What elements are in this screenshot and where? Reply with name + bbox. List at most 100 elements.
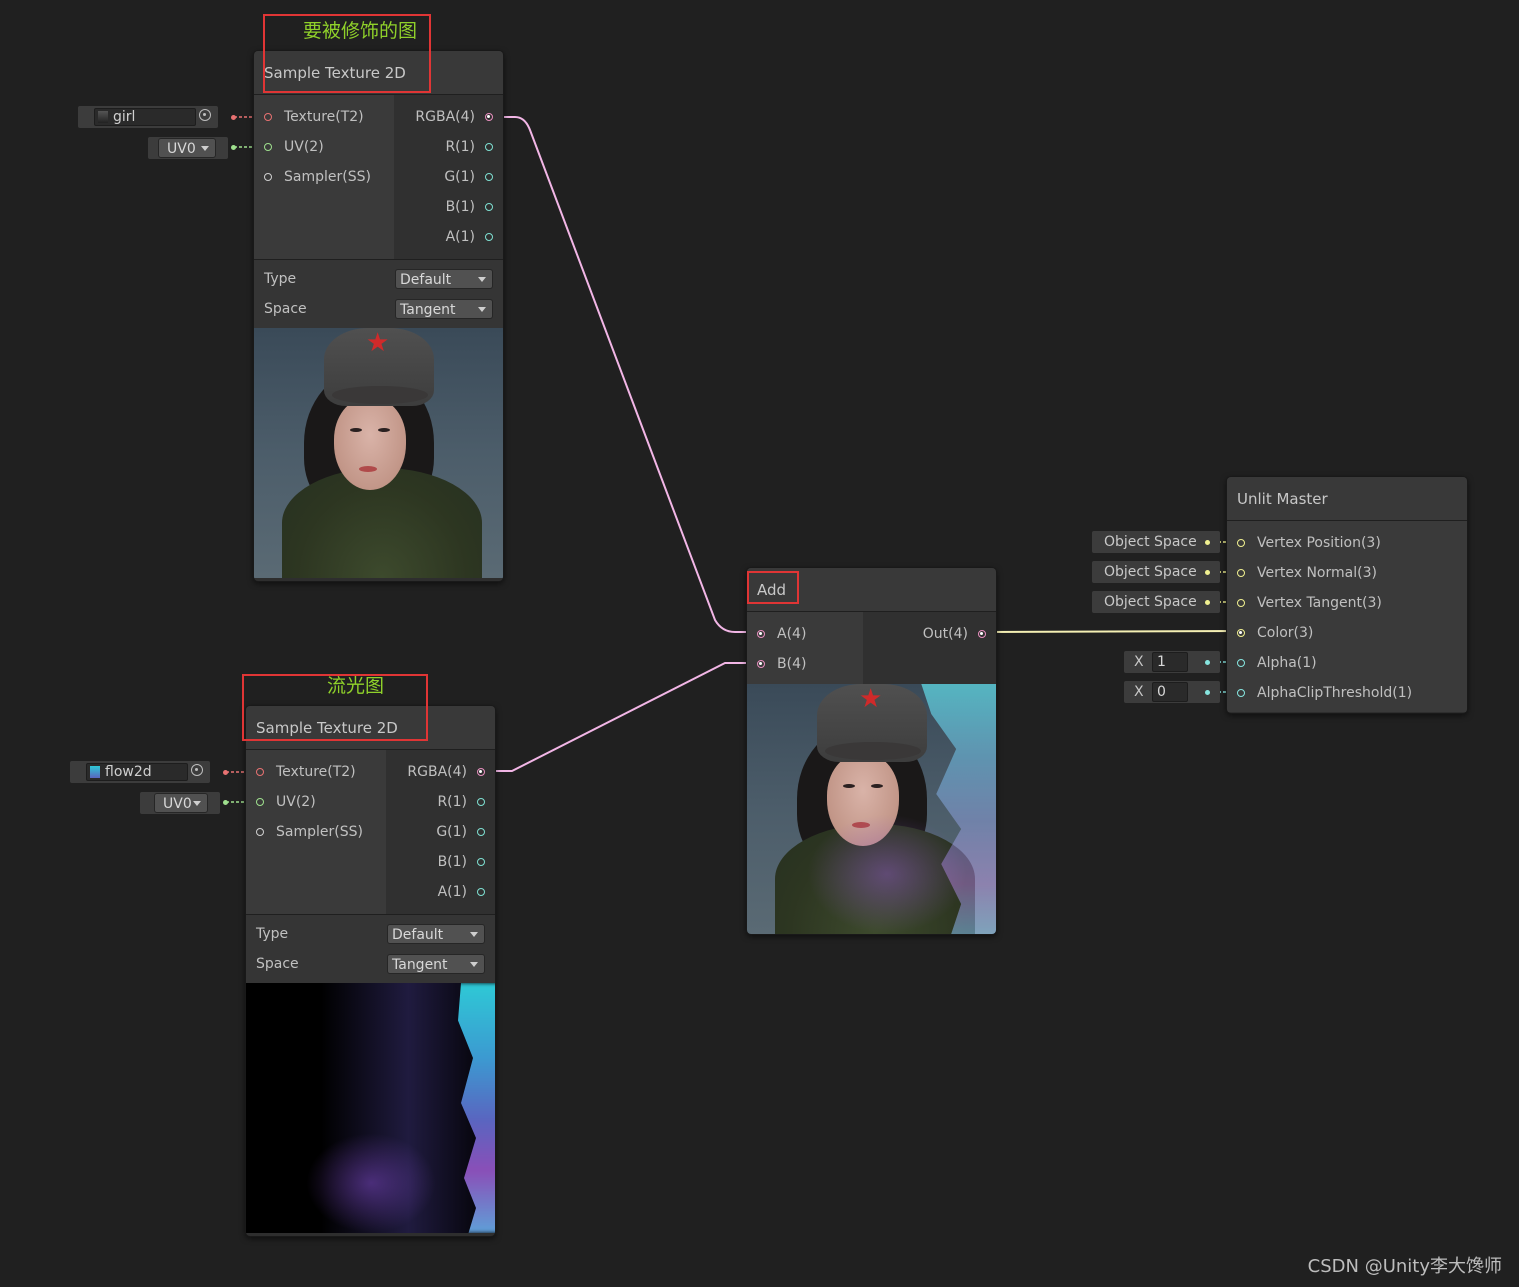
port-b[interactable]: B(4) — [747, 649, 863, 679]
type-dropdown[interactable]: Default — [387, 924, 485, 944]
port-uv[interactable]: UV(2) — [246, 787, 386, 817]
port-sampler[interactable]: Sampler(SS) — [246, 817, 386, 847]
space-dropdown[interactable]: Tangent — [387, 954, 485, 974]
port-dot-icon[interactable] — [256, 798, 264, 806]
port-alpha[interactable]: Alpha(1) — [1227, 648, 1467, 678]
port-b[interactable]: B(1) — [386, 847, 495, 877]
port-vertex-position[interactable]: Vertex Position(3) — [1227, 528, 1467, 558]
port-a[interactable]: A(1) — [394, 222, 503, 252]
unlit-master-node[interactable]: Unlit Master Vertex Position(3) Vertex N… — [1226, 476, 1468, 714]
flow-thumbnail — [90, 766, 100, 778]
port-dot-icon[interactable] — [264, 143, 272, 151]
type-dropdown[interactable]: Default — [395, 269, 493, 289]
port-dot-icon[interactable] — [264, 113, 272, 121]
port-a[interactable]: A(4) — [747, 619, 863, 649]
port-dot-icon[interactable] — [1237, 569, 1245, 577]
port-a[interactable]: A(1) — [386, 877, 495, 907]
add-node[interactable]: Add A(4) B(4) Out(4) ★ — [746, 567, 997, 935]
flow-texture-property[interactable]: flow2d — [70, 761, 210, 783]
port-dot-icon[interactable] — [1237, 629, 1245, 637]
port-r[interactable]: R(1) — [394, 132, 503, 162]
vertex-normal-space[interactable]: Object Space — [1092, 561, 1220, 583]
uv-channel-dropdown[interactable]: UV0 — [158, 138, 216, 158]
port-dot-icon[interactable] — [978, 630, 986, 638]
port-r[interactable]: R(1) — [386, 787, 495, 817]
node-ports: Texture(T2) UV(2) Sampler(SS) RGBA(4) R(… — [254, 95, 503, 259]
node-settings: Type Default Space Tangent — [254, 259, 503, 328]
clip-input[interactable]: 0 — [1152, 682, 1188, 702]
port-dot-icon[interactable] — [485, 143, 493, 151]
port-vertex-tangent[interactable]: Vertex Tangent(3) — [1227, 588, 1467, 618]
link-dot — [1205, 690, 1210, 695]
watermark: CSDN @Unity李大馋师 — [1307, 1256, 1502, 1277]
port-dot-icon[interactable] — [1237, 539, 1245, 547]
port-dot-icon[interactable] — [477, 858, 485, 866]
sample-texture-2d-node-top[interactable]: Sample Texture 2D Texture(T2) UV(2) Samp… — [253, 50, 504, 582]
port-dot-icon[interactable] — [485, 173, 493, 181]
shader-graph-canvas[interactable]: girl UV0 Sample Texture 2D Texture(T2) U… — [0, 0, 1519, 1287]
port-dot-icon[interactable] — [1237, 689, 1245, 697]
texture-name: flow2d — [105, 764, 152, 780]
port-dot-icon[interactable] — [477, 888, 485, 896]
wire-add-out-to-color — [984, 630, 1241, 633]
port-dot-icon[interactable] — [256, 768, 264, 776]
texture-object-field[interactable]: girl — [94, 108, 196, 126]
star-icon: ★ — [366, 328, 390, 358]
port-uv[interactable]: UV(2) — [254, 132, 394, 162]
port-dot-icon[interactable] — [757, 660, 765, 668]
node-ports: Texture(T2) UV(2) Sampler(SS) RGBA(4) R(… — [246, 750, 495, 914]
texture-link-dot — [231, 115, 236, 120]
input-ports: A(4) B(4) — [747, 612, 863, 684]
port-vertex-normal[interactable]: Vertex Normal(3) — [1227, 558, 1467, 588]
port-dot-icon[interactable] — [264, 173, 272, 181]
port-g[interactable]: G(1) — [386, 817, 495, 847]
alpha-input[interactable]: 1 — [1152, 652, 1188, 672]
type-setting: Type Default — [254, 264, 503, 294]
input-ports: Vertex Position(3) Vertex Normal(3) Vert… — [1227, 521, 1467, 712]
girl-uv-property[interactable]: UV0 — [148, 137, 228, 159]
port-dot-icon[interactable] — [477, 768, 485, 776]
port-dot-icon[interactable] — [485, 113, 493, 121]
space-dropdown[interactable]: Tangent — [395, 299, 493, 319]
port-alpha-clip-threshold[interactable]: AlphaClipThreshold(1) — [1227, 678, 1467, 708]
uv-channel-dropdown[interactable]: UV0 — [154, 793, 208, 813]
node-title[interactable]: Unlit Master — [1227, 477, 1467, 521]
port-dot-icon[interactable] — [477, 828, 485, 836]
port-texture[interactable]: Texture(T2) — [254, 102, 394, 132]
vertex-tangent-space[interactable]: Object Space — [1092, 591, 1220, 613]
chevron-down-icon — [478, 307, 486, 312]
uv-link-dot — [231, 145, 236, 150]
girl-thumbnail — [98, 111, 108, 123]
object-picker-icon[interactable] — [191, 764, 203, 776]
object-picker-icon[interactable] — [199, 109, 211, 121]
port-dot-icon[interactable] — [256, 828, 264, 836]
port-dot-icon[interactable] — [485, 233, 493, 241]
port-dot-icon[interactable] — [485, 203, 493, 211]
girl-texture-property[interactable]: girl — [78, 106, 218, 128]
port-rgba[interactable]: RGBA(4) — [394, 102, 503, 132]
port-color[interactable]: Color(3) — [1227, 618, 1467, 648]
space-setting: Space Tangent — [254, 294, 503, 324]
port-dot-icon[interactable] — [1237, 659, 1245, 667]
vertex-position-space[interactable]: Object Space — [1092, 531, 1220, 553]
port-g[interactable]: G(1) — [394, 162, 503, 192]
flow-uv-property[interactable]: UV0 — [140, 792, 220, 814]
texture-object-field[interactable]: flow2d — [86, 763, 188, 781]
texture-name: girl — [113, 109, 136, 125]
port-b[interactable]: B(1) — [394, 192, 503, 222]
annotation-label-bottom: 流光图 — [327, 675, 385, 697]
input-ports: Texture(T2) UV(2) Sampler(SS) — [254, 95, 394, 259]
port-out[interactable]: Out(4) — [863, 619, 996, 649]
port-dot-icon[interactable] — [757, 630, 765, 638]
port-dot-icon[interactable] — [477, 798, 485, 806]
chevron-down-icon — [201, 146, 209, 151]
output-ports: RGBA(4) R(1) G(1) B(1) A(1) — [394, 95, 503, 259]
link-dot — [1205, 600, 1210, 605]
port-dot-icon[interactable] — [1237, 599, 1245, 607]
port-texture[interactable]: Texture(T2) — [246, 757, 386, 787]
sample-texture-2d-node-bottom[interactable]: Sample Texture 2D Texture(T2) UV(2) Samp… — [245, 705, 496, 1237]
output-ports: RGBA(4) R(1) G(1) B(1) A(1) — [386, 750, 495, 914]
port-rgba[interactable]: RGBA(4) — [386, 757, 495, 787]
star-icon: ★ — [859, 684, 883, 714]
port-sampler[interactable]: Sampler(SS) — [254, 162, 394, 192]
